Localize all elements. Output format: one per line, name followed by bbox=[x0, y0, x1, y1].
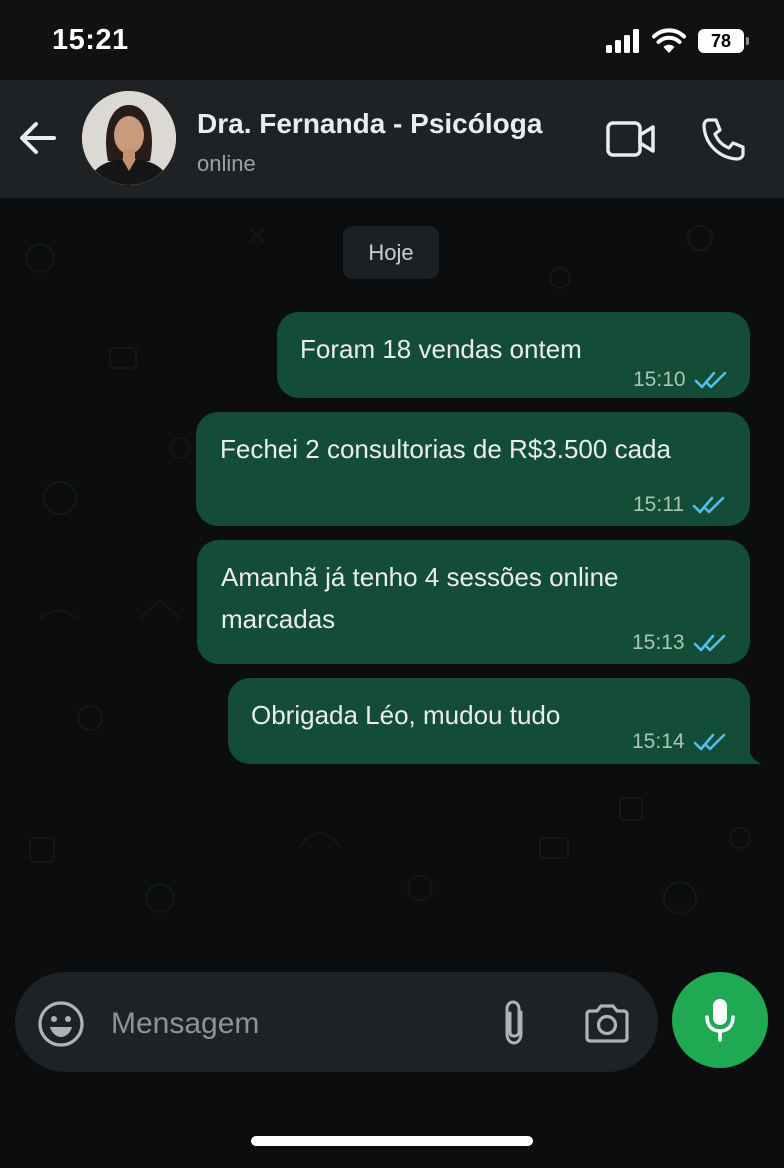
back-arrow-icon[interactable] bbox=[16, 116, 60, 160]
status-icons: 78 bbox=[606, 26, 749, 56]
battery-icon: 78 bbox=[698, 29, 749, 53]
battery-level: 78 bbox=[710, 30, 732, 51]
contact-status: online bbox=[197, 151, 256, 176]
message-time: 15:11 bbox=[633, 493, 684, 516]
phone-icon[interactable] bbox=[700, 116, 746, 162]
status-time: 15:21 bbox=[52, 24, 129, 56]
message-meta: 15:13 bbox=[632, 622, 727, 664]
wifi-icon bbox=[652, 28, 686, 53]
read-ticks-icon bbox=[694, 371, 726, 389]
message-text: Fechei 2 consultorias de R$3.500 cada bbox=[220, 434, 671, 464]
message-time: 15:13 bbox=[632, 631, 685, 654]
message-time: 15:14 bbox=[632, 730, 685, 753]
message-bubble[interactable]: Amanhã já tenho 4 sessões online marcada… bbox=[197, 540, 750, 664]
message-bubble[interactable]: Obrigada Léo, mudou tudo 15:14 bbox=[228, 678, 750, 764]
read-ticks-icon bbox=[692, 496, 725, 514]
message-text: Obrigada Léo, mudou tudo bbox=[251, 700, 561, 730]
chat-header: Dra. Fernanda - Psicóloga online bbox=[0, 80, 784, 198]
video-call-icon[interactable] bbox=[605, 118, 657, 160]
message-input[interactable] bbox=[109, 1000, 483, 1048]
home-indicator[interactable] bbox=[251, 1136, 533, 1146]
read-ticks-icon bbox=[693, 634, 725, 652]
chat-area[interactable]: Hoje Foram 18 vendas ontem 15:10 Fechei … bbox=[0, 198, 784, 968]
message-bubble[interactable]: Foram 18 vendas ontem 15:10 bbox=[277, 312, 750, 398]
message-time: 15:10 bbox=[633, 368, 686, 391]
status-bar: 15:21 78 bbox=[0, 0, 784, 80]
message-text: Amanhã já tenho 4 sessões online marcada… bbox=[221, 562, 619, 634]
read-ticks-icon bbox=[693, 733, 725, 751]
date-chip: Hoje bbox=[343, 226, 439, 279]
mic-icon bbox=[705, 999, 735, 1042]
bubble-tail bbox=[748, 746, 762, 764]
message-bubble[interactable]: Fechei 2 consultorias de R$3.500 cada 15… bbox=[196, 412, 750, 526]
contact-avatar[interactable] bbox=[82, 91, 176, 185]
message-text: Foram 18 vendas ontem bbox=[300, 334, 582, 364]
emoji-icon[interactable] bbox=[37, 1000, 85, 1048]
camera-icon[interactable] bbox=[583, 1002, 631, 1044]
message-input-pill bbox=[15, 972, 658, 1072]
message-meta: 15:14 bbox=[632, 721, 727, 763]
message-meta: 15:10 bbox=[633, 359, 728, 401]
contact-name[interactable]: Dra. Fernanda - Psicóloga bbox=[197, 108, 542, 140]
mic-button[interactable] bbox=[672, 972, 768, 1068]
message-meta: 15:11 bbox=[633, 484, 726, 526]
attach-icon[interactable] bbox=[497, 998, 533, 1048]
signal-icon bbox=[606, 29, 639, 53]
